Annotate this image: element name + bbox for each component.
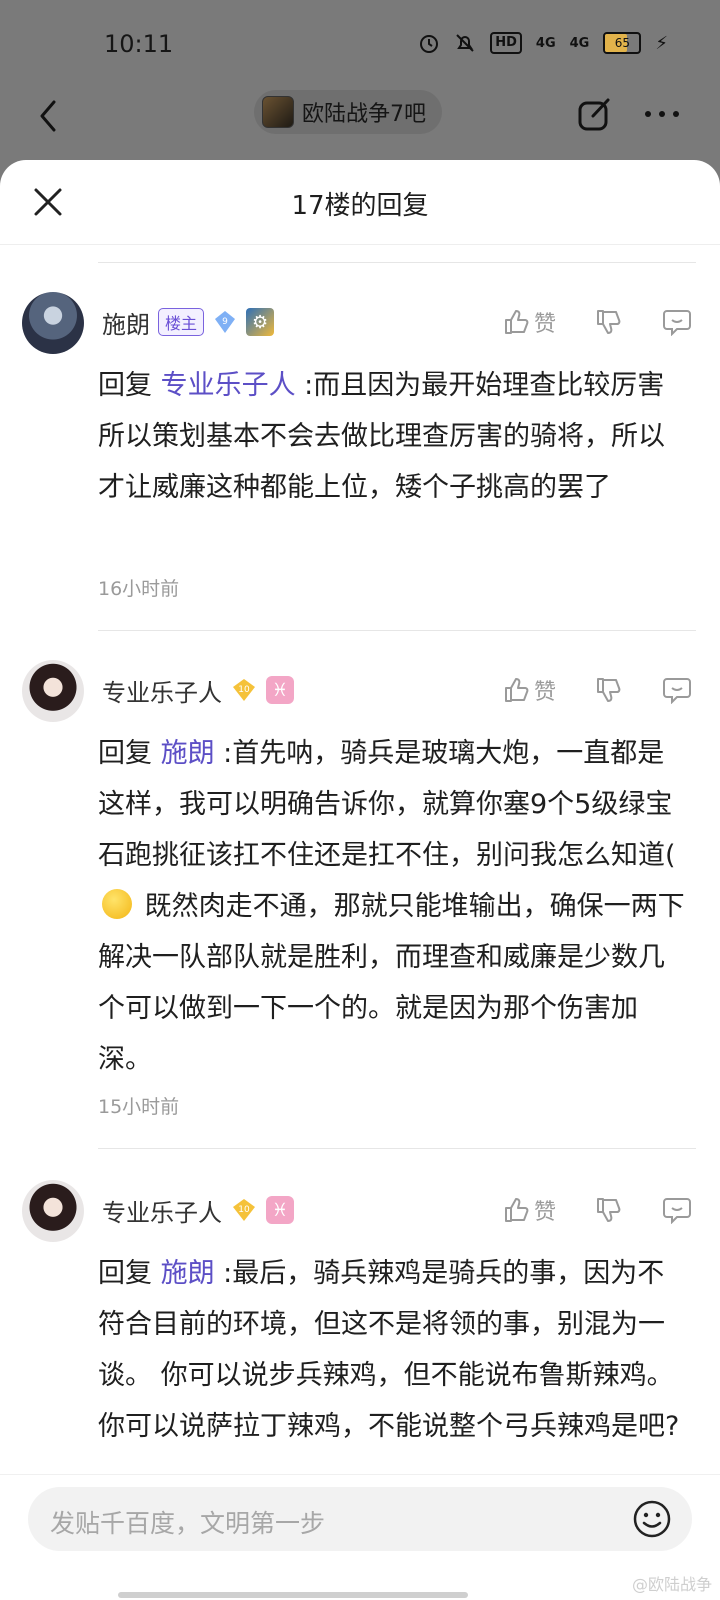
level-diamond-icon: 10 [233,679,255,701]
name-row: 专业乐子人 10 ♓ [102,1190,294,1230]
gear-badge-icon: ⚙ [246,308,275,336]
comment-time: 15小时前 [98,1096,180,1118]
comment-actions: 赞 [502,302,692,342]
emoji-icon[interactable] [632,1499,672,1539]
back-icon[interactable] [30,96,70,136]
owner-tag: 楼主 [158,308,205,336]
user-name[interactable]: 专业乐子人 [102,1193,222,1228]
level-number: 10 [238,1205,250,1215]
divider [98,1148,696,1149]
name-row: 专业乐子人 10 ♓ [102,670,294,710]
edit-icon[interactable] [574,94,614,134]
name-row: 施朗 楼主 9 ⚙ [102,302,275,342]
home-indicator [118,1592,468,1598]
thumbs-up-icon [504,678,529,702]
user-name[interactable]: 专业乐子人 [102,673,222,708]
comment-time: 16小时前 [98,578,180,600]
status-icons: HD 4G 4G 65 ⚡ [418,32,668,54]
avatar[interactable] [22,660,84,722]
like-label: 赞 [533,1200,556,1225]
comment-text-cont: 既然肉走不通，那就只能堆输出，确保一两下解决一队部队就是胜利，而理查和威廉是少数… [98,891,685,1075]
comment-actions: 赞 [502,670,692,710]
like-button[interactable]: 赞 [502,306,556,338]
thumbs-up-icon [504,310,529,334]
reply-input-placeholder: 发贴千百度，文明第一步 [50,1509,326,1538]
comment-body: 回复 专业乐子人 :而且因为最开始理查比较厉害 所以策划基本不会去做比理查厉害的… [98,360,688,513]
level-number: 9 [222,317,228,327]
forum-pill[interactable]: 欧陆战争7吧 [254,90,442,134]
comment-icon[interactable] [662,676,692,704]
forum-avatar [262,96,294,128]
sheet-header: 17楼的回复 [0,160,720,245]
divider [98,630,696,631]
like-label: 赞 [533,312,556,337]
sheet-title: 17楼的回复 [291,191,429,221]
level-diamond-icon: 9 [215,311,236,333]
thumbs-down-icon[interactable] [594,308,622,336]
avatar[interactable] [22,1180,84,1242]
alarm-icon [420,35,439,53]
reply-prefix: 回复 [98,1258,152,1289]
network-label-2: 4G [569,35,590,51]
charging-icon: ⚡ [655,32,668,54]
level-number: 10 [238,685,250,695]
status-bar: 10:11 HD 4G 4G 65 ⚡ [0,0,720,90]
thumbs-down-icon[interactable] [594,676,622,704]
network-label-1: 4G [535,35,556,51]
comment-icon[interactable] [662,308,692,336]
top-nav: 欧陆战争7吧 [0,90,720,160]
mention-link[interactable]: 施朗 [161,1258,215,1289]
divider [98,262,696,263]
comment-list: 施朗 楼主 9 ⚙ 赞 回复 专业乐子人 :而且因为最开始理查比较厉害 所以策划… [0,244,720,1474]
reply-sheet: 17楼的回复 施朗 楼主 9 ⚙ 赞 回复 专业乐子人 :而且因为最开始理查比较… [0,160,720,1600]
mention-link[interactable]: 施朗 [161,738,215,769]
level-diamond-icon: 10 [233,1199,255,1221]
comment-body: 回复 施朗 :首先呐，骑兵是玻璃大炮，一直都是这样，我可以明确告诉你，就算你塞9… [98,728,688,1085]
avatar[interactable] [22,292,84,354]
comment-body: 回复 施朗 :最后，骑兵辣鸡是骑兵的事，因为不符合目前的环境，但这不是将领的事，… [98,1248,688,1452]
pisces-badge-icon: ♓ [266,676,294,704]
reply-prefix: 回复 [98,738,152,769]
hd-badge: HD [490,32,522,54]
battery-icon: 65 [603,32,642,54]
user-name[interactable]: 施朗 [102,305,150,340]
mute-bell-icon [456,34,474,52]
watermark: @欧陆战争 [631,1575,712,1594]
reply-prefix: 回复 [98,370,152,401]
like-button[interactable]: 赞 [502,1194,556,1226]
thumbs-up-icon [504,1198,529,1222]
comment-actions: 赞 [502,1190,692,1230]
reply-input[interactable]: 发贴千百度，文明第一步 [28,1487,692,1551]
smile-emoji-icon [102,889,132,919]
like-label: 赞 [533,680,556,705]
forum-name: 欧陆战争7吧 [302,102,426,127]
battery-level: 65 [614,36,630,50]
thumbs-down-icon[interactable] [594,1196,622,1224]
like-button[interactable]: 赞 [502,674,556,706]
mention-link[interactable]: 专业乐子人 [161,370,296,401]
status-time: 10:11 [104,30,174,58]
more-icon[interactable] [640,94,684,134]
pisces-badge-icon: ♓ [266,1196,294,1224]
comment-icon[interactable] [662,1196,692,1224]
bottom-bar: 发贴千百度，文明第一步 @欧陆战争 [0,1474,720,1600]
